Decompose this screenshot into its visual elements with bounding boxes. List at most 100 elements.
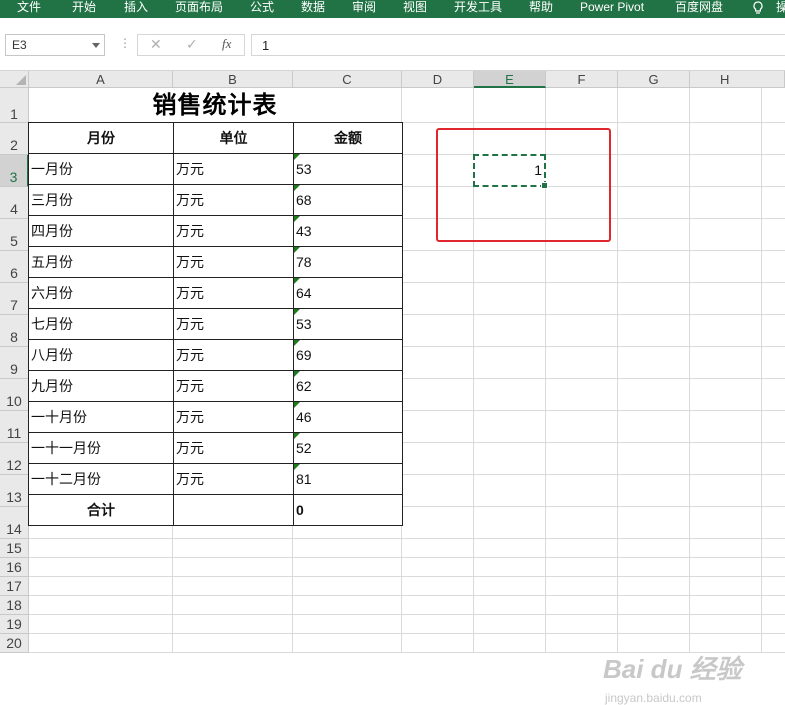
more-options-icon[interactable]: ⋮ [119, 36, 131, 50]
row-header-3[interactable]: 3 [0, 155, 29, 187]
sheet-title[interactable]: 销售统计表 [29, 88, 401, 122]
column-header-d[interactable]: D [402, 71, 474, 88]
insert-function-icon[interactable]: fx [222, 36, 231, 52]
unit-cell[interactable]: 万元 [173, 432, 294, 464]
amount-value: 69 [296, 347, 312, 363]
unit-cell[interactable]: 万元 [173, 401, 294, 433]
amount-cell[interactable]: 46 [293, 401, 403, 433]
amount-cell[interactable]: 53 [293, 308, 403, 340]
row-header-4[interactable]: 4 [0, 187, 29, 219]
total-amount[interactable]: 0 [293, 494, 403, 526]
month-cell[interactable]: 八月份 [28, 339, 174, 371]
month-cell[interactable]: 五月份 [28, 246, 174, 278]
unit-cell[interactable]: 万元 [173, 277, 294, 309]
tab-page-layout[interactable]: 页面布局 [175, 0, 223, 18]
row-header-1[interactable]: 1 [0, 88, 29, 123]
row-header-7[interactable]: 7 [0, 283, 29, 315]
enter-icon[interactable]: ✓ [186, 36, 198, 53]
unit-cell[interactable]: 万元 [173, 153, 294, 185]
amount-cell[interactable]: 53 [293, 153, 403, 185]
column-header-a[interactable]: A [29, 71, 173, 88]
month-cell[interactable]: 一月份 [28, 153, 174, 185]
row-header-19[interactable]: 19 [0, 615, 29, 634]
tab-baidu-netdisk[interactable]: 百度网盘 [675, 0, 723, 18]
row-header-10[interactable]: 10 [0, 379, 29, 411]
tab-power-pivot[interactable]: Power Pivot [580, 0, 644, 18]
column-header-h[interactable]: H [690, 71, 785, 88]
header-unit[interactable]: 单位 [173, 122, 294, 154]
row-header-2[interactable]: 2 [0, 123, 29, 155]
amount-cell[interactable]: 52 [293, 432, 403, 464]
tab-help[interactable]: 帮助 [529, 0, 553, 18]
tab-file[interactable]: 文件 [17, 0, 41, 18]
column-header-g[interactable]: G [618, 71, 690, 88]
select-all-triangle-icon [16, 75, 26, 85]
tab-data[interactable]: 数据 [301, 0, 325, 18]
error-indicator-icon [294, 340, 300, 346]
month-cell[interactable]: 三月份 [28, 184, 174, 216]
name-box[interactable]: E3 [5, 34, 105, 56]
month-cell[interactable]: 七月份 [28, 308, 174, 340]
header-month[interactable]: 月份 [28, 122, 174, 154]
row-header-20[interactable]: 20 [0, 634, 29, 653]
tab-view[interactable]: 视图 [403, 0, 427, 18]
unit-cell[interactable]: 万元 [173, 308, 294, 340]
cancel-icon[interactable]: ✕ [150, 36, 162, 53]
worksheet-grid[interactable]: A B C D E F G H 1 2 3 4 5 6 7 8 9 10 11 … [0, 71, 785, 705]
column-header-e[interactable]: E [474, 71, 546, 88]
amount-cell[interactable]: 43 [293, 215, 403, 247]
row-header-9[interactable]: 9 [0, 347, 29, 379]
tab-formulas[interactable]: 公式 [250, 0, 274, 18]
table-row: 七月份 万元 53 [28, 308, 403, 340]
month-cell[interactable]: 四月份 [28, 215, 174, 247]
row-header-17[interactable]: 17 [0, 577, 29, 596]
error-indicator-icon [294, 216, 300, 222]
tab-insert[interactable]: 插入 [124, 0, 148, 18]
month-cell[interactable]: 一十二月份 [28, 463, 174, 495]
unit-cell[interactable]: 万元 [173, 246, 294, 278]
month-cell[interactable]: 六月份 [28, 277, 174, 309]
unit-cell[interactable]: 万元 [173, 339, 294, 371]
unit-cell[interactable]: 万元 [173, 215, 294, 247]
row-header-12[interactable]: 12 [0, 443, 29, 475]
month-cell[interactable]: 九月份 [28, 370, 174, 402]
amount-cell[interactable]: 69 [293, 339, 403, 371]
row-header-11[interactable]: 11 [0, 411, 29, 443]
row-header-5[interactable]: 5 [0, 219, 29, 251]
total-label[interactable]: 合计 [28, 494, 174, 526]
unit-cell[interactable]: 万元 [173, 184, 294, 216]
amount-value: 52 [296, 440, 312, 456]
column-header-f[interactable]: F [546, 71, 618, 88]
tab-developer[interactable]: 开发工具 [454, 0, 502, 18]
row-header-14[interactable]: 14 [0, 507, 29, 539]
amount-cell[interactable]: 68 [293, 184, 403, 216]
column-header-c[interactable]: C [293, 71, 402, 88]
select-all-button[interactable] [0, 71, 29, 88]
tab-tell-me[interactable]: 操 [776, 0, 785, 14]
table-row: 三月份 万元 68 [28, 184, 403, 216]
row-header-8[interactable]: 8 [0, 315, 29, 347]
lightbulb-icon[interactable] [752, 1, 766, 16]
unit-cell[interactable]: 万元 [173, 370, 294, 402]
amount-cell[interactable]: 64 [293, 277, 403, 309]
total-unit-cell[interactable] [173, 494, 294, 526]
formula-input[interactable]: 1 [251, 34, 785, 56]
column-header-b[interactable]: B [173, 71, 293, 88]
month-cell[interactable]: 一十月份 [28, 401, 174, 433]
row-header-16[interactable]: 16 [0, 558, 29, 577]
table-row: 九月份 万元 62 [28, 370, 403, 402]
chevron-down-icon[interactable] [92, 43, 100, 48]
header-amount[interactable]: 金额 [293, 122, 403, 154]
unit-cell[interactable]: 万元 [173, 463, 294, 495]
amount-cell[interactable]: 81 [293, 463, 403, 495]
amount-value: 68 [296, 192, 312, 208]
row-header-15[interactable]: 15 [0, 539, 29, 558]
row-header-18[interactable]: 18 [0, 596, 29, 615]
month-cell[interactable]: 一十一月份 [28, 432, 174, 464]
tab-home[interactable]: 开始 [72, 0, 96, 18]
amount-cell[interactable]: 62 [293, 370, 403, 402]
row-header-13[interactable]: 13 [0, 475, 29, 507]
row-header-6[interactable]: 6 [0, 251, 29, 283]
tab-review[interactable]: 审阅 [352, 0, 376, 18]
amount-cell[interactable]: 78 [293, 246, 403, 278]
